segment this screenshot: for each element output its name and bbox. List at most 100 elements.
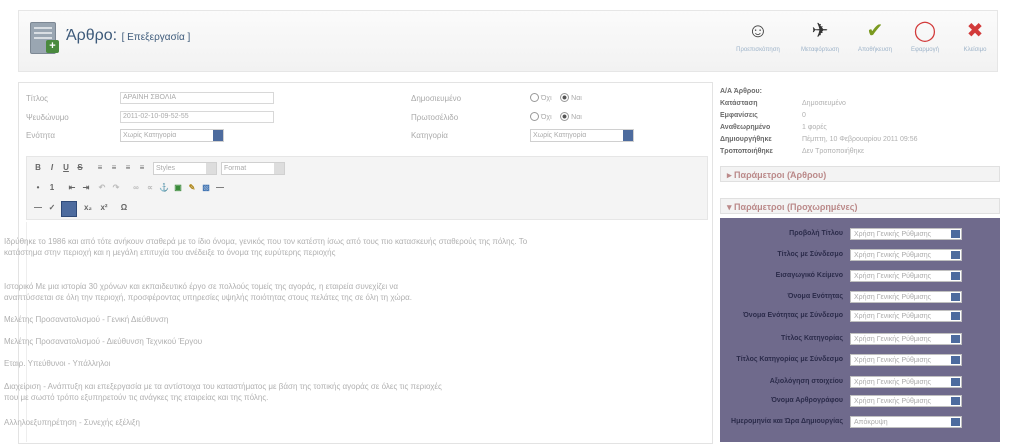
param-select[interactable]: Χρήση Γενικής Ρύθμισης: [850, 395, 962, 407]
editor-paragraph: Ιστορικό Με μια ιστορία 30 χρόνων και εκ…: [4, 282, 398, 291]
underline-button[interactable]: U: [61, 163, 71, 173]
param-label: Τίτλος με Σύνδεσμο: [777, 251, 843, 258]
param-select[interactable]: Χρήση Γενικής Ρύθμισης: [850, 354, 962, 366]
published-label: Δημοσιευμένο: [411, 94, 462, 103]
revised-value: 1 φορές: [802, 124, 827, 131]
state-label: Κατάσταση: [720, 100, 758, 107]
align-right-button[interactable]: ≡: [123, 163, 133, 173]
subscript-button[interactable]: x₂: [83, 203, 93, 213]
param-select[interactable]: Χρήση Γενικής Ρύθμισης: [850, 310, 962, 322]
editor-paragraph: Μελέτης Προσανατολισμού - Γενική Διεύθυν…: [4, 315, 169, 324]
param-select[interactable]: Χρήση Γενικής Ρύθμισης: [850, 270, 962, 282]
published-no-radio[interactable]: [530, 93, 539, 103]
param-label: Προβολή Τίτλου: [789, 230, 843, 237]
alias-label: Ψευδώνυμο: [26, 113, 69, 122]
image-icon[interactable]: ▣: [173, 183, 183, 193]
created-label: Δημιουργήθηκε: [720, 136, 772, 143]
param-label: Ημερομηνία και Ώρα Δημιουργίας: [731, 418, 843, 425]
param-select[interactable]: Χρήση Γενικής Ρύθμισης: [850, 333, 962, 345]
outdent-button[interactable]: ⇤: [67, 183, 77, 193]
chevron-down-icon: [951, 356, 960, 364]
chevron-down-icon: [951, 418, 960, 426]
created-value: Πέμπτη, 10 Φεβρουαρίου 2011 09:56: [802, 136, 918, 143]
unlink-button[interactable]: ∝: [145, 183, 155, 193]
close-button[interactable]: ✖ Κλείσιμο: [950, 20, 1000, 53]
apply-button[interactable]: ◯ Εφαρμογή: [900, 20, 950, 53]
param-select[interactable]: Χρήση Γενικής Ρύθμισης: [850, 228, 962, 240]
italic-button[interactable]: I: [47, 163, 57, 173]
link-button[interactable]: ∞: [131, 183, 141, 193]
special-char-button[interactable]: Ω: [119, 203, 129, 213]
page-title-text: Άρθρο:: [66, 27, 118, 44]
align-justify-button[interactable]: ≡: [137, 163, 147, 173]
param-select[interactable]: Απόκρυψη: [850, 416, 962, 428]
chevron-down-icon: [623, 130, 633, 141]
format-select[interactable]: Format: [221, 162, 285, 175]
cleanup-icon[interactable]: ✎: [187, 183, 197, 193]
styles-select[interactable]: Styles: [153, 162, 217, 175]
remove-format-button[interactable]: ✓: [47, 203, 57, 213]
section-select[interactable]: Χωρίς Κατηγορία: [120, 129, 224, 142]
chevron-down-icon: [951, 293, 960, 301]
apply-icon: ◯: [913, 20, 937, 42]
title-input[interactable]: ΑΡΑΙΝΗ ΣΒΟΛΙΑ: [120, 92, 274, 104]
editor-paragraph: Μελέτης Προσανατολισμού - Διεύθυνση Τεχν…: [4, 337, 203, 346]
chevron-down-icon: [951, 397, 960, 405]
indent-button[interactable]: ⇥: [81, 183, 91, 193]
param-label: Εισαγωγικό Κείμενο: [775, 272, 843, 279]
chevron-down-icon: [951, 251, 960, 259]
save-button[interactable]: ✔ Αποθήκευση: [850, 20, 900, 53]
numbered-list-button[interactable]: 1: [47, 183, 57, 193]
published-radios: Όχι Ναι: [530, 92, 588, 103]
category-select[interactable]: Χωρίς Κατηγορία: [530, 129, 634, 142]
html-icon[interactable]: ▧: [201, 183, 211, 193]
editor-toolbar: B I U S ≡ ≡ ≡ ≡ Styles Format • 1 ⇤ ⇥ ↶ …: [26, 156, 708, 220]
frontpage-radios: Όχι Ναι: [530, 111, 588, 122]
redo-button[interactable]: ↷: [111, 183, 121, 193]
param-select[interactable]: Χρήση Γενικής Ρύθμισης: [850, 376, 962, 388]
frontpage-label: Πρωτοσέλιδο: [411, 113, 459, 122]
close-icon: ✖: [966, 20, 984, 42]
chevron-down-icon: [951, 230, 960, 238]
chevron-down-icon: [206, 163, 216, 174]
preview-button[interactable]: ☺ Προεπισκόπηση: [733, 20, 783, 53]
state-value: Δημοσιευμένο: [802, 100, 846, 107]
frontpage-no-radio[interactable]: [530, 112, 539, 122]
chevron-down-icon: [274, 163, 284, 174]
chevron-down-icon: [951, 335, 960, 343]
editor-paragraph: Διαχείριση - Ανάπτυξη και επεξεργασία με…: [4, 382, 442, 391]
category-label: Κατηγορία: [411, 131, 448, 140]
undo-button[interactable]: ↶: [97, 183, 107, 193]
editor-paragraph: αναπτύσσεται σε όλη την περιοχή, προσφέρ…: [4, 293, 412, 302]
editor-paragraph: Εταιρ. Υπεύθυνοι - Υπάλληλοι: [4, 359, 111, 368]
alias-input[interactable]: 2011-02-10-09-52-55: [120, 111, 274, 123]
editor-paragraph: κατάστημα στην περιοχή και η μεγάλη επιτ…: [4, 248, 336, 257]
article-params-header[interactable]: ▸ Παράμετροι (Άρθρου): [720, 166, 1000, 182]
align-left-button[interactable]: ≡: [95, 163, 105, 173]
chevron-down-icon: [951, 378, 960, 386]
param-label: Όνομα Ενότητας με Σύνδεσμο: [743, 312, 843, 319]
superscript-button[interactable]: x²: [99, 203, 109, 213]
section-label: Ενότητα: [26, 131, 55, 140]
upload-button[interactable]: ✈ Μεταφόρτωση: [795, 20, 845, 53]
param-label: Όνομα Αρθρογράφου: [771, 397, 843, 404]
align-center-button[interactable]: ≡: [109, 163, 119, 173]
param-select[interactable]: Χρήση Γενικής Ρύθμισης: [850, 249, 962, 261]
bullet-list-button[interactable]: •: [33, 183, 43, 193]
frontpage-yes-radio[interactable]: [560, 112, 570, 122]
modified-label: Τροποποιήθηκε: [720, 148, 773, 155]
hr-button[interactable]: —: [215, 183, 225, 193]
upload-icon: ✈: [811, 20, 829, 42]
article-id-label: Α/Α Άρθρου:: [720, 88, 762, 95]
horizontal-rule-button[interactable]: —: [33, 203, 43, 213]
advanced-params-header[interactable]: ▾ Παράμετροι (Προχωρημένες): [720, 198, 1000, 214]
bold-button[interactable]: B: [33, 163, 43, 173]
published-yes-radio[interactable]: [560, 93, 570, 103]
editor-paragraph: Αλληλοεξυπηρέτηση - Συνεχής εξέλιξη: [4, 418, 140, 427]
strikethrough-button[interactable]: S: [75, 163, 85, 173]
visual-aid-button[interactable]: [61, 201, 77, 217]
check-icon: ✔: [866, 20, 884, 42]
edit-badge-icon: +: [46, 40, 59, 53]
param-select[interactable]: Χρήση Γενικής Ρύθμισης: [850, 291, 962, 303]
anchor-icon[interactable]: ⚓: [159, 183, 169, 193]
